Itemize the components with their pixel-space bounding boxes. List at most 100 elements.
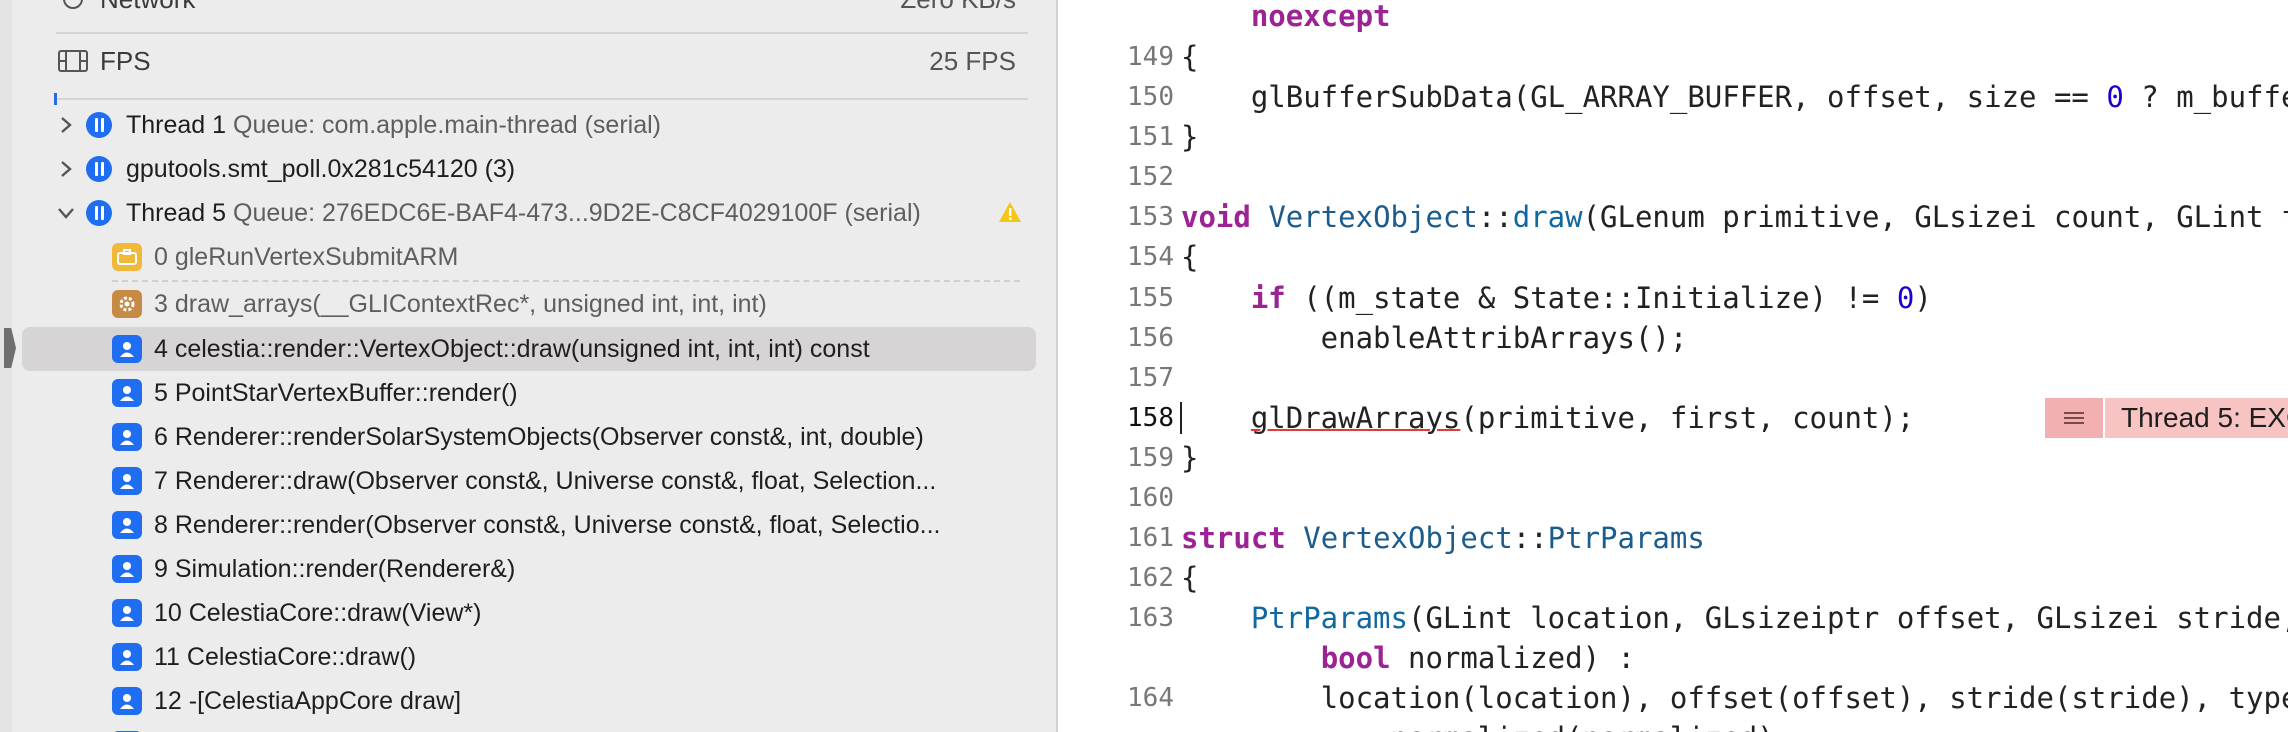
- line-number[interactable]: 155: [1074, 283, 1174, 313]
- frame-row[interactable]: 3 draw_arrays(__GLIContextRec*, unsigned…: [0, 282, 1040, 326]
- debug-navigator: Network Zero KB/s FPS 25 FPS Thread 1 Qu…: [0, 0, 1056, 732]
- source-editor[interactable]: noexcept 149{150 glBufferSubData(GL_ARRAY…: [1058, 0, 2288, 732]
- frame-row[interactable]: 10 CelestiaCore::draw(View*): [0, 591, 1040, 635]
- code-text: struct VertexObject::PtrParams: [1181, 521, 1705, 555]
- code-line[interactable]: 159}: [1058, 438, 2288, 478]
- gauge-value: 25 FPS: [929, 45, 1016, 76]
- line-number[interactable]: 160: [1074, 483, 1174, 513]
- code-token: draw: [1512, 200, 1583, 234]
- code-text: glDrawArrays(primitive, first, count);: [1181, 401, 1914, 435]
- code-text: normalized(normalized): [1181, 721, 1775, 732]
- code-token: PtrParams: [1250, 601, 1408, 635]
- code-token: PtrParams: [1547, 521, 1705, 555]
- line-number[interactable]: 151: [1074, 122, 1174, 152]
- code-line[interactable]: 160: [1058, 478, 2288, 518]
- frame-row[interactable]: 11 CelestiaCore::draw(): [0, 635, 1040, 679]
- line-number[interactable]: 153: [1074, 202, 1174, 232]
- code-line[interactable]: normalized(normalized): [1058, 718, 2288, 732]
- frame-label: 6 Renderer::renderSolarSystemObjects(Obs…: [154, 422, 924, 451]
- frame-row[interactable]: 5 PointStarVertexBuffer::render(): [0, 371, 1040, 415]
- code-text: location(location), offset(offset), stri…: [1181, 681, 2288, 715]
- gauge-network[interactable]: Network Zero KB/s: [56, 0, 1016, 28]
- code-text: {: [1181, 40, 1198, 74]
- line-number[interactable]: 159: [1074, 443, 1174, 473]
- code-line[interactable]: 163 PtrParams(GLint location, GLsizeiptr…: [1058, 598, 2288, 638]
- code-token: ::: [1477, 200, 1513, 234]
- line-number[interactable]: 150: [1074, 82, 1174, 112]
- frame-row[interactable]: 9 Simulation::render(Renderer&): [0, 547, 1040, 591]
- line-number[interactable]: 163: [1074, 603, 1174, 633]
- text-cursor: [1180, 402, 1182, 434]
- code-token: }: [1181, 441, 1199, 475]
- person-icon: [112, 687, 142, 715]
- code-token: enableAttribArrays();: [1181, 321, 1688, 355]
- code-line[interactable]: 155 if ((m_state & State::Initialize) !=…: [1058, 278, 2288, 318]
- gauge-label: Network: [100, 0, 900, 15]
- code-token: ((m_state & State::Initialize) !=: [1285, 281, 1897, 315]
- frame-row-selected[interactable]: 4 celestia::render::VertexObject::draw(u…: [22, 327, 1036, 371]
- code-text: {: [1181, 561, 1198, 595]
- frame-label: 4 celestia::render::VertexObject::draw(u…: [154, 334, 870, 363]
- line-number[interactable]: 158: [1074, 403, 1174, 433]
- code-line[interactable]: 156 enableAttribArrays();: [1058, 318, 2288, 358]
- code-line[interactable]: 157: [1058, 358, 2288, 398]
- exception-banner[interactable]: Thread 5: EXC_BAD_ACCESS: [2045, 398, 2288, 438]
- person-icon: [112, 379, 142, 407]
- line-number[interactable]: 164: [1074, 683, 1174, 713]
- person-icon: [112, 511, 142, 539]
- chevron-down-icon[interactable]: [56, 203, 76, 223]
- warning-icon[interactable]: [998, 201, 1022, 230]
- code-token: ): [1914, 281, 1932, 315]
- line-number[interactable]: 161: [1074, 523, 1174, 553]
- list-icon[interactable]: [2045, 398, 2103, 438]
- line-number[interactable]: 156: [1074, 323, 1174, 353]
- code-line[interactable]: noexcept: [1058, 0, 2288, 36]
- code-line[interactable]: 161 struct VertexObject::PtrParams: [1058, 518, 2288, 558]
- person-icon: [112, 643, 142, 671]
- line-number[interactable]: 154: [1074, 242, 1174, 272]
- frame-row[interactable]: 0 gleRunVertexSubmitARM: [0, 235, 1040, 279]
- code-line[interactable]: 154{: [1058, 237, 2288, 277]
- code-text: {: [1181, 240, 1198, 274]
- code-text: bool normalized) :: [1181, 641, 1635, 675]
- thread-row-5[interactable]: Thread 5 Queue: 276EDC6E-BAF4-473...9D2E…: [0, 191, 1040, 235]
- code-token: normalized) :: [1390, 641, 1635, 675]
- gauge-separator: [56, 98, 1028, 100]
- gauge-fps[interactable]: FPS 25 FPS: [56, 32, 1016, 90]
- frame-label: 7 Renderer::draw(Observer const&, Univer…: [154, 466, 937, 495]
- code-line[interactable]: 151}: [1058, 117, 2288, 157]
- frame-label: 12 -[CelestiaAppCore draw]: [154, 686, 462, 715]
- line-number[interactable]: 152: [1074, 162, 1174, 192]
- code-text: }: [1181, 120, 1198, 154]
- briefcase-icon: [112, 243, 142, 271]
- thread-name: Thread 5: [126, 198, 227, 227]
- code-line[interactable]: 158 glDrawArrays(primitive, first, count…: [1058, 398, 2288, 438]
- person-icon: [112, 423, 142, 451]
- frame-row[interactable]: [0, 723, 1040, 732]
- code-token: void: [1181, 200, 1251, 234]
- line-number[interactable]: 149: [1074, 42, 1174, 72]
- code-line[interactable]: 153 void VertexObject::draw(GLenum primit…: [1058, 197, 2288, 237]
- code-line[interactable]: bool normalized) :: [1058, 638, 2288, 678]
- code-line[interactable]: 149{: [1058, 37, 2288, 77]
- film-strip-icon: [56, 48, 90, 74]
- chevron-right-icon[interactable]: [56, 159, 76, 179]
- chevron-right-icon[interactable]: [56, 115, 76, 135]
- code-token: struct: [1181, 521, 1286, 555]
- frame-row[interactable]: 6 Renderer::renderSolarSystemObjects(Obs…: [0, 415, 1040, 459]
- code-line[interactable]: 164 location(location), offset(offset), …: [1058, 678, 2288, 718]
- code-line[interactable]: 150 glBufferSubData(GL_ARRAY_BUFFER, off…: [1058, 77, 2288, 117]
- line-number[interactable]: 162: [1074, 563, 1174, 593]
- frame-row[interactable]: 12 -[CelestiaAppCore draw]: [0, 679, 1040, 723]
- code-text: if ((m_state & State::Initialize) != 0): [1181, 281, 1932, 315]
- thread-row-2[interactable]: gputools.smt_poll.0x281c54120 (3): [0, 147, 1040, 191]
- code-line[interactable]: 152: [1058, 157, 2288, 197]
- line-number[interactable]: 157: [1074, 363, 1174, 393]
- code-line[interactable]: 162{: [1058, 558, 2288, 598]
- thread-row-1[interactable]: Thread 1 Queue: com.apple.main-thread (s…: [0, 103, 1040, 147]
- frame-row[interactable]: 8 Renderer::render(Observer const&, Univ…: [0, 503, 1040, 547]
- frame-row[interactable]: 7 Renderer::draw(Observer const&, Univer…: [0, 459, 1040, 503]
